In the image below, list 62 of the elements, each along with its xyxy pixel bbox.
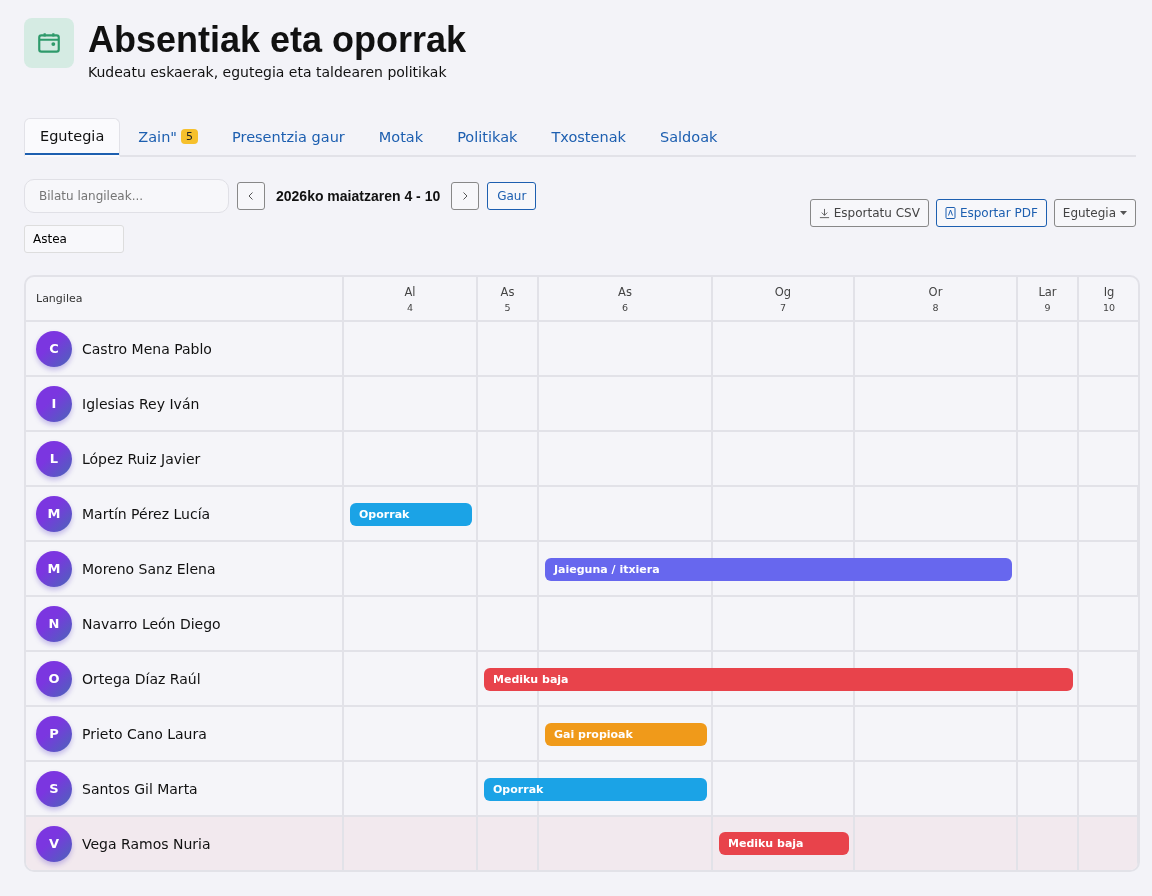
previous-button[interactable] <box>237 182 265 210</box>
day-number: 10 <box>1102 301 1116 313</box>
avatar: L <box>36 440 72 477</box>
day-number: 5 <box>504 301 511 313</box>
weekday-label: Ig <box>1103 284 1115 299</box>
day-number: 4 <box>406 301 413 313</box>
avatar: P <box>36 715 72 752</box>
absence-bar[interactable]: Mediku baja <box>719 832 849 855</box>
tab[interactable]: Egutegia <box>24 118 121 157</box>
employee-name: Vega Ramos Nuria <box>82 835 211 852</box>
weekday-label: Or <box>928 284 943 299</box>
tab[interactable]: Saldoak <box>643 118 734 157</box>
tab[interactable]: Txostenak <box>535 118 642 157</box>
day-number: 8 <box>932 301 939 313</box>
day-number: 6 <box>621 301 628 313</box>
employee-name: López Ruiz Javier <box>82 450 201 467</box>
day-number: 7 <box>779 301 786 313</box>
export-pdf-button[interactable]: Esportar PDF <box>935 199 1047 227</box>
avatar: O <box>36 660 72 697</box>
employee-name: Prieto Cano Laura <box>82 725 207 742</box>
employee-name: Iglesias Rey Iván <box>82 395 200 412</box>
employee-name: Ortega Díaz Raúl <box>82 670 201 687</box>
document-icon <box>944 207 956 219</box>
export-csv-button[interactable]: Esportatu CSV <box>809 199 929 227</box>
today-button[interactable]: Gaur <box>487 182 537 210</box>
tab[interactable]: Zain" 5 <box>122 118 214 157</box>
employee-name: Navarro León Diego <box>82 615 221 632</box>
page-title: Absentiak eta oporrak <box>88 18 467 62</box>
employee-name: Martín Pérez Lucía <box>82 505 211 522</box>
calendar-icon <box>24 18 74 68</box>
weekday-label: Lar <box>1038 284 1057 299</box>
count-badge: 5 <box>181 129 198 144</box>
avatar: S <box>36 770 72 807</box>
avatar: V <box>36 825 72 862</box>
absence-bar[interactable]: Mediku baja <box>484 668 1073 691</box>
caret-icon <box>1120 211 1127 215</box>
date-range: 2026ko maiatzaren 4 - 10 <box>276 188 441 204</box>
tab[interactable]: Politikak <box>441 118 534 157</box>
weekday-label: As <box>500 284 515 299</box>
column-header: Langilea <box>36 292 83 305</box>
page-subtitle: Kudeatu eskaerak, egutegia eta taldearen politikak <box>88 64 448 80</box>
employee-name: Castro Mena Pablo <box>82 340 212 357</box>
view-select[interactable]: Astea <box>24 225 124 253</box>
chevron-left-icon <box>246 191 256 201</box>
employee-name: Moreno Sanz Elena <box>82 560 216 577</box>
absence-bar[interactable]: Jaieguna / itxiera <box>545 558 1012 581</box>
tab[interactable]: Presentzia gaur <box>216 118 361 157</box>
avatar: M <box>36 495 72 532</box>
avatar: M <box>36 550 72 587</box>
avatar: N <box>36 605 72 642</box>
mode-dropdown[interactable]: Egutegia <box>1053 199 1136 227</box>
employee-name: Santos Gil Marta <box>82 780 198 797</box>
tab[interactable]: Motak <box>362 118 440 157</box>
weekday-label: Og <box>774 284 792 299</box>
weekday-label: Al <box>404 284 416 299</box>
search-field[interactable]: Bilatu langileak... <box>24 179 229 213</box>
weekday-label: As <box>618 284 632 299</box>
day-number: 9 <box>1044 301 1051 313</box>
avatar: I <box>36 385 72 422</box>
download-icon <box>818 207 830 219</box>
next-button[interactable] <box>451 182 480 210</box>
avatar: C <box>36 330 72 367</box>
